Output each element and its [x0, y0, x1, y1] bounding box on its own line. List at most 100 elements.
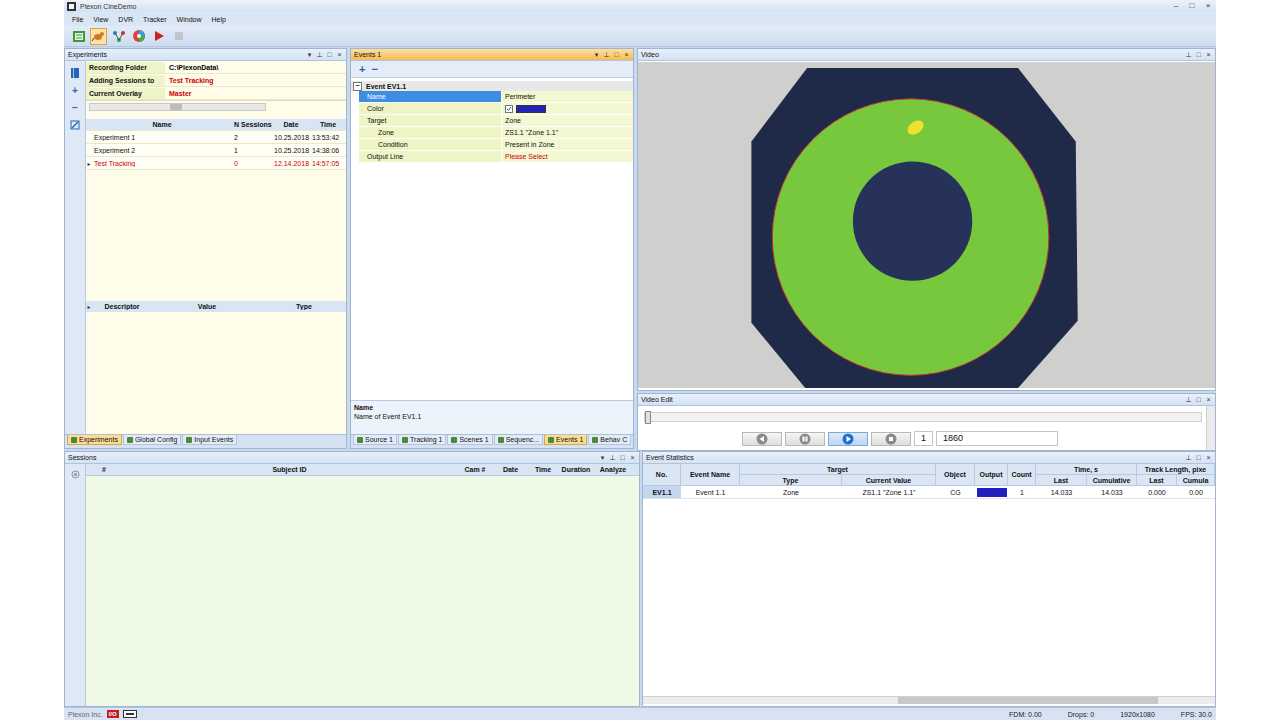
toolbar-button[interactable] — [70, 28, 87, 45]
column-header[interactable]: Time — [528, 466, 558, 473]
tab[interactable]: Global Config — [123, 435, 181, 445]
pane-control-button[interactable]: □ — [1195, 395, 1202, 404]
io-badge[interactable]: I/O — [107, 710, 119, 718]
toolbar-button[interactable] — [90, 28, 107, 45]
color-swatch[interactable] — [516, 105, 546, 113]
property-row[interactable]: Recording Folder C:\PlexonData\ — [86, 61, 346, 74]
pane-control-button[interactable]: □ — [1195, 50, 1202, 59]
tab[interactable]: Behav C — [588, 435, 631, 445]
pane-control-button[interactable]: ▾ — [593, 50, 600, 59]
timeline-slider[interactable] — [644, 412, 1202, 422]
column-subheader[interactable]: Cumulative — [1087, 475, 1137, 486]
pane-control-button[interactable]: ⊥ — [603, 50, 610, 59]
vertical-scrollbar[interactable] — [1206, 406, 1215, 450]
menu-item[interactable]: Tracker — [143, 16, 166, 23]
property-group[interactable]: − Event EV1.1 — [351, 81, 633, 91]
column-header[interactable]: Subject ID — [122, 466, 457, 473]
pane-control-button[interactable]: ▾ — [599, 453, 606, 462]
tab[interactable]: Input Events — [182, 435, 237, 445]
column-header[interactable]: Descriptor — [92, 303, 152, 310]
pane-control-button[interactable]: □ — [613, 50, 620, 59]
property-row[interactable]: Condition Present in Zone — [359, 139, 633, 151]
pane-control-button[interactable]: □ — [1195, 453, 1202, 462]
table-row[interactable]: Experiment 2110.25.201814:38:06 — [86, 144, 346, 157]
property-value[interactable]: Present in Zone — [501, 139, 633, 150]
table-row[interactable]: ▸ Test Tracking012.14.201814:57:05 — [86, 157, 346, 170]
property-row[interactable]: Color — [359, 103, 633, 115]
pane-control-button[interactable]: ⊥ — [316, 50, 323, 59]
end-frame-field[interactable]: 1860 — [936, 431, 1058, 446]
column-header[interactable]: Track Length, pixe — [1137, 464, 1215, 475]
table-row[interactable]: Experiment 1210.25.201813:53:42 — [86, 131, 346, 144]
column-header[interactable]: Target — [740, 464, 936, 475]
column-header[interactable]: # — [86, 466, 122, 473]
scrollbar-thumb[interactable] — [898, 697, 1158, 704]
property-row[interactable]: Output Line Please Select — [359, 151, 633, 163]
group-expander[interactable]: − — [353, 82, 362, 91]
column-subheader[interactable]: Cumula — [1177, 475, 1215, 486]
pane-control-button[interactable]: □ — [619, 453, 626, 462]
start-frame-field[interactable]: 1 — [914, 431, 933, 446]
pane-control-button[interactable]: × — [629, 453, 636, 462]
column-header[interactable]: Cam # — [457, 466, 493, 473]
column-header[interactable]: No. — [643, 464, 681, 486]
tab[interactable]: Source 1 — [353, 435, 397, 445]
menu-item[interactable]: Window — [177, 16, 202, 23]
column-subheader[interactable]: Current Value — [842, 475, 936, 486]
horizontal-scrollbar[interactable] — [643, 696, 1215, 704]
property-row[interactable]: Target Zone — [359, 115, 633, 127]
menu-item[interactable]: View — [93, 16, 108, 23]
column-header[interactable]: Object — [936, 464, 975, 486]
pane-control-button[interactable]: × — [1205, 453, 1212, 462]
property-value[interactable] — [501, 103, 633, 114]
pane-control-button[interactable]: ⊥ — [609, 453, 616, 462]
horizontal-scrollbar[interactable] — [89, 103, 266, 111]
column-header[interactable]: Time, s — [1036, 464, 1137, 475]
playback-button[interactable] — [871, 432, 911, 446]
color-checkbox[interactable] — [505, 105, 513, 113]
column-header[interactable]: Time — [310, 121, 346, 128]
property-value[interactable]: Zone — [501, 115, 633, 126]
event-tool-button[interactable]: − — [371, 63, 377, 75]
event-tool-button[interactable]: + — [359, 63, 365, 75]
session-icon[interactable] — [71, 470, 80, 479]
column-subheader[interactable]: Last — [1036, 475, 1087, 486]
property-row[interactable]: Zone ZS1.1 "Zone 1.1" — [359, 127, 633, 139]
row-number-cell[interactable]: EV1.1 — [643, 486, 681, 499]
column-header[interactable]: Event Name — [681, 464, 740, 486]
pane-control-button[interactable]: □ — [326, 50, 333, 59]
tab[interactable]: Tracking 1 — [398, 435, 446, 445]
column-header[interactable]: Count — [1008, 464, 1036, 486]
column-header[interactable]: Name — [92, 121, 232, 128]
tab[interactable]: Experiments — [67, 435, 122, 445]
pane-control-button[interactable]: × — [1205, 395, 1212, 404]
column-header[interactable]: Date — [493, 466, 528, 473]
property-row[interactable]: Adding Sessions to Test Tracking — [86, 74, 346, 87]
toolbar-button[interactable] — [130, 28, 147, 45]
column-subheader[interactable]: Type — [740, 475, 842, 486]
pane-control-button[interactable]: ⊥ — [1185, 50, 1192, 59]
property-row[interactable]: Current Overlay Master — [86, 87, 346, 100]
pane-control-button[interactable]: ⊥ — [1185, 453, 1192, 462]
tab[interactable]: Scenes 1 — [447, 435, 492, 445]
column-header[interactable]: Date — [272, 121, 310, 128]
side-tool-button[interactable]: + — [72, 86, 78, 96]
menu-item[interactable]: Help — [211, 16, 225, 23]
device-icon[interactable] — [123, 710, 137, 718]
timeline-thumb[interactable] — [645, 411, 651, 424]
column-subheader[interactable]: Last — [1137, 475, 1177, 486]
property-value[interactable]: Perimeter — [501, 91, 633, 102]
pane-control-button[interactable]: × — [1205, 50, 1212, 59]
edit-icon[interactable] — [70, 120, 80, 130]
column-header[interactable]: Output — [975, 464, 1008, 486]
playback-button[interactable] — [828, 432, 868, 446]
playback-button[interactable] — [785, 432, 825, 446]
pane-control-button[interactable]: ▾ — [306, 50, 313, 59]
tab[interactable]: Events 1 — [544, 435, 587, 445]
pane-control-button[interactable]: × — [623, 50, 630, 59]
window-control-button[interactable]: – — [1171, 1, 1181, 11]
property-value[interactable]: Please Select — [501, 151, 633, 162]
column-header[interactable]: N Sessions — [232, 121, 272, 128]
property-value[interactable]: ZS1.1 "Zone 1.1" — [501, 127, 633, 138]
side-tool-button[interactable]: − — [72, 103, 78, 113]
